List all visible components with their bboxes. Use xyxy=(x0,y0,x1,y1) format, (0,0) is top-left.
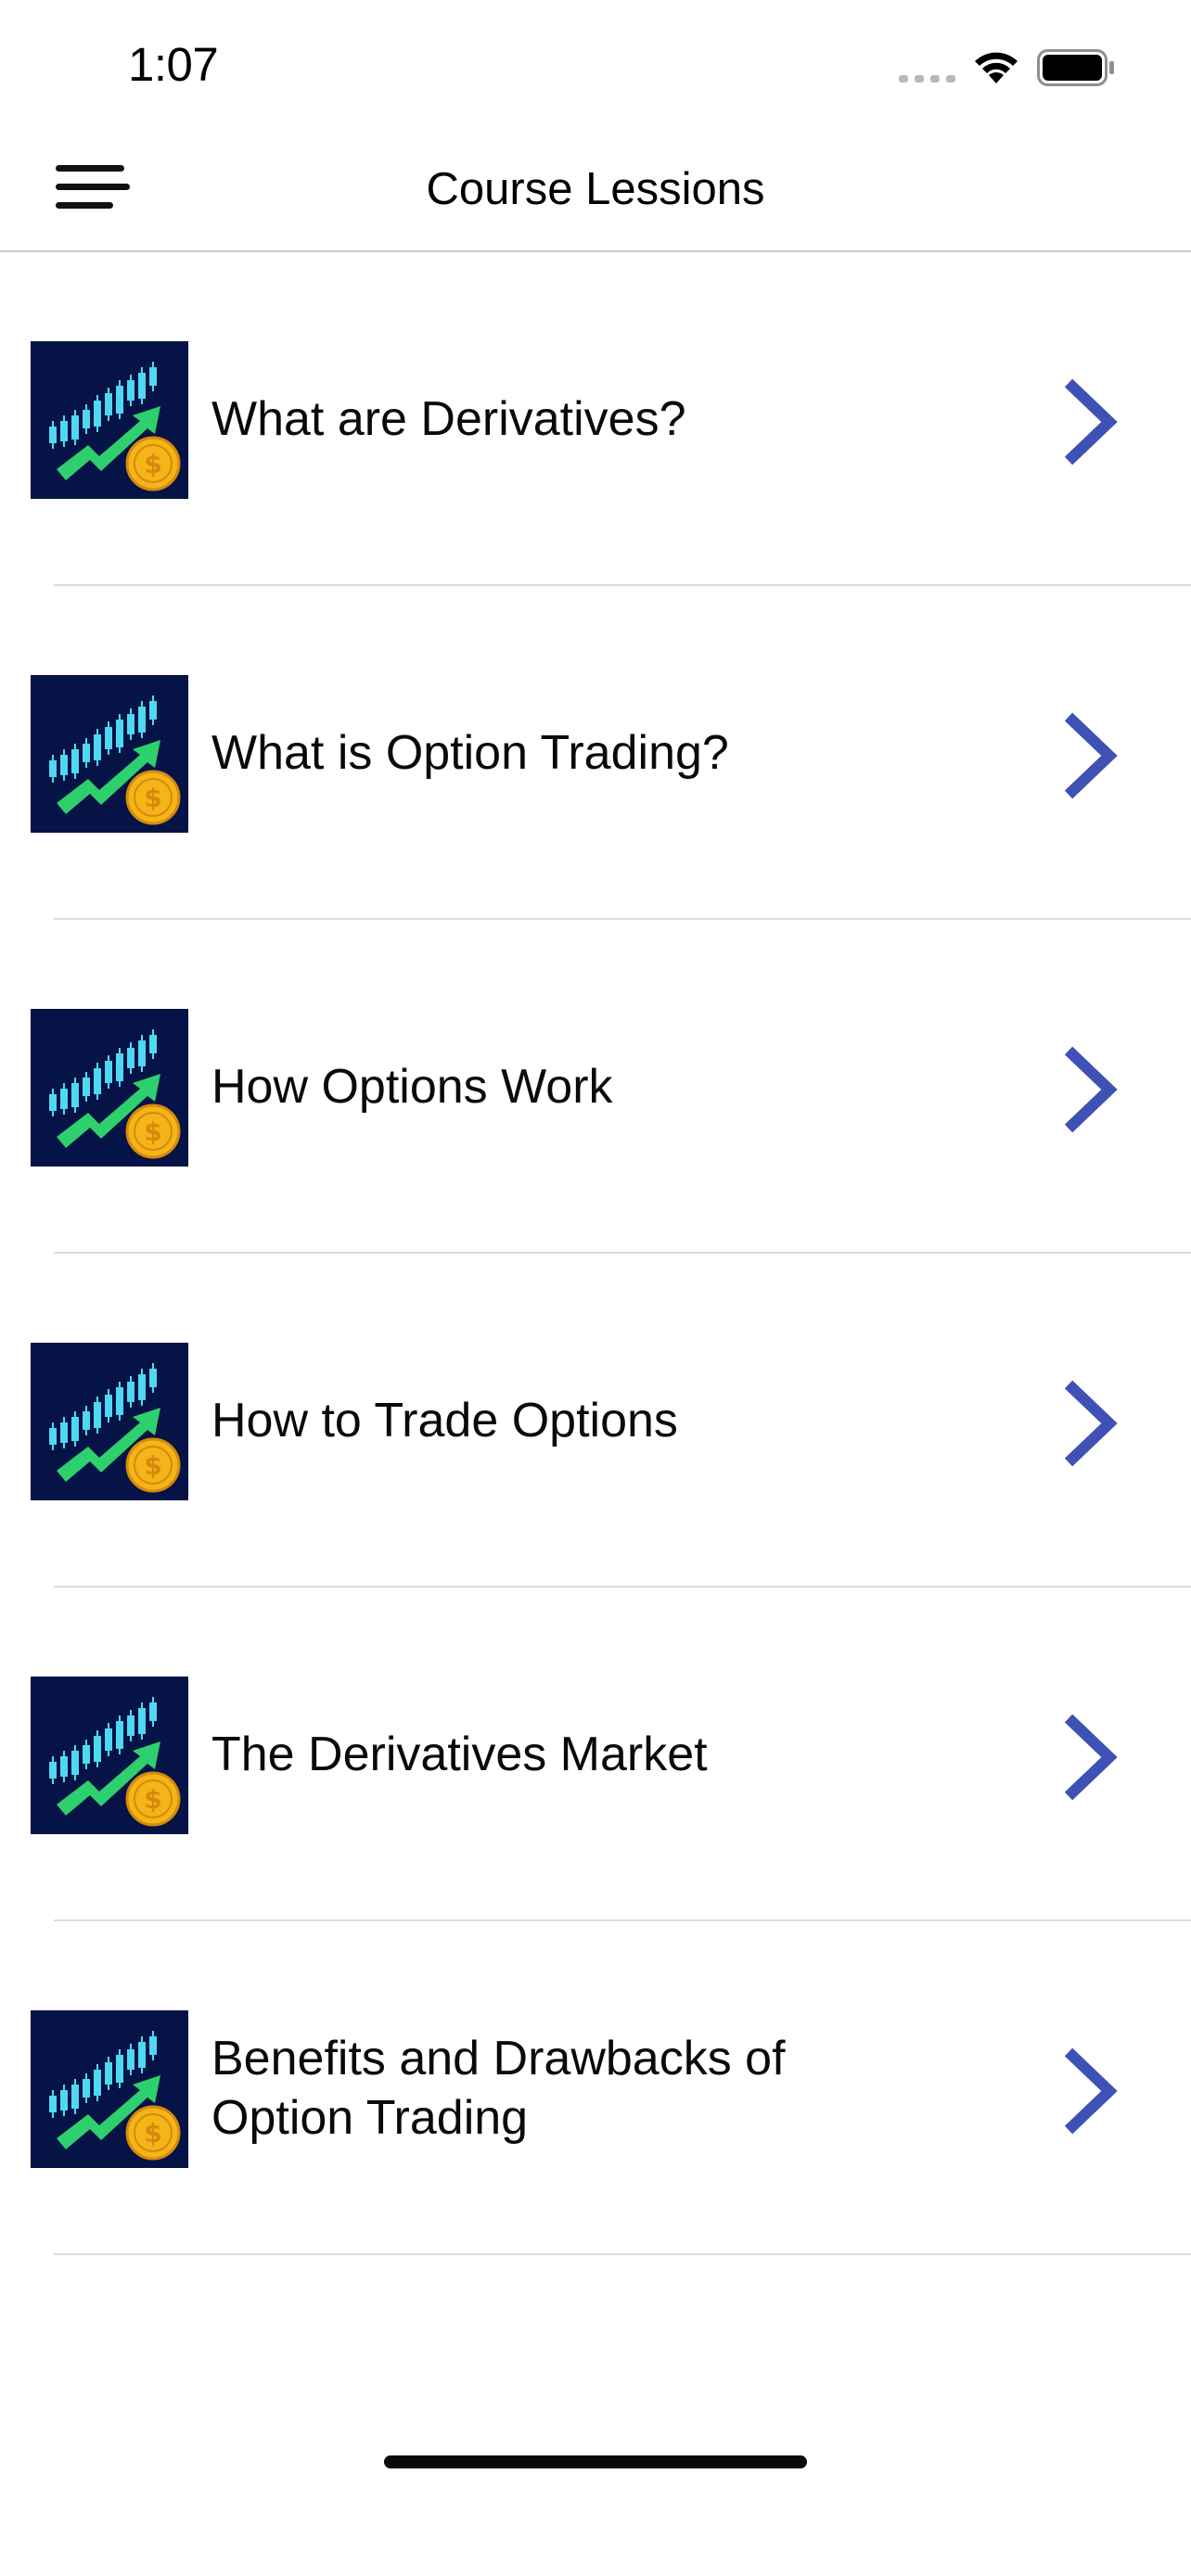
status-bar: 1:07 xyxy=(0,0,1191,130)
lesson-row[interactable]: $ The Derivatives Market xyxy=(0,1588,1191,1921)
chevron-right-icon[interactable] xyxy=(1056,2045,1122,2137)
trading-chart-coin-icon: $ xyxy=(49,2031,181,2161)
lesson-row[interactable]: $ Benefits and Drawbacks of Option Tradi… xyxy=(0,1921,1191,2255)
lesson-thumbnail: $ xyxy=(31,1009,188,1167)
svg-text:$: $ xyxy=(144,449,161,479)
chevron-right-icon[interactable] xyxy=(1056,376,1122,468)
svg-text:$: $ xyxy=(144,1784,161,1815)
chevron-right-icon[interactable] xyxy=(1056,1043,1122,1136)
battery-icon xyxy=(1037,49,1114,86)
svg-text:$: $ xyxy=(144,2118,161,2149)
trading-chart-coin-icon: $ xyxy=(49,1697,181,1827)
trading-chart-coin-icon: $ xyxy=(49,1363,181,1493)
trading-chart-coin-icon: $ xyxy=(49,1029,181,1159)
wifi-icon xyxy=(975,52,1018,83)
lesson-title: How Options Work xyxy=(211,1060,613,1114)
row-divider xyxy=(54,2253,1191,2255)
chevron-right-icon[interactable] xyxy=(1056,1377,1122,1470)
svg-text:$: $ xyxy=(144,1450,161,1481)
lesson-row[interactable]: $ What is Option Trading? xyxy=(0,586,1191,920)
lesson-thumbnail: $ xyxy=(31,341,188,499)
lesson-title: The Derivatives Market xyxy=(211,1728,708,1781)
lesson-title: Benefits and Drawbacks of Option Trading xyxy=(211,2032,786,2145)
status-time: 1:07 xyxy=(128,38,219,91)
svg-text:$: $ xyxy=(144,1116,161,1147)
navigation-bar: Course Lessions xyxy=(0,130,1191,252)
lesson-thumbnail: $ xyxy=(31,1677,188,1834)
trading-chart-coin-icon: $ xyxy=(49,695,181,825)
lesson-row[interactable]: $ How Options Work xyxy=(0,920,1191,1254)
lesson-thumbnail: $ xyxy=(31,675,188,833)
page-title: Course Lessions xyxy=(426,164,765,214)
home-indicator xyxy=(384,2455,807,2468)
lesson-thumbnail: $ xyxy=(31,1343,188,1500)
lesson-row[interactable]: $ How to Trade Options xyxy=(0,1254,1191,1588)
cellular-signal-icon xyxy=(899,75,955,83)
trading-chart-coin-icon: $ xyxy=(49,362,181,491)
lesson-title: What is Option Trading? xyxy=(211,726,729,780)
chevron-right-icon[interactable] xyxy=(1056,709,1122,802)
lesson-title: How to Trade Options xyxy=(211,1394,678,1447)
svg-text:$: $ xyxy=(144,783,161,813)
lesson-thumbnail: $ xyxy=(31,2010,188,2168)
chevron-right-icon[interactable] xyxy=(1056,1711,1122,1804)
lesson-row[interactable]: $ What are Derivatives? xyxy=(0,252,1191,586)
lesson-title: What are Derivatives? xyxy=(211,392,686,446)
